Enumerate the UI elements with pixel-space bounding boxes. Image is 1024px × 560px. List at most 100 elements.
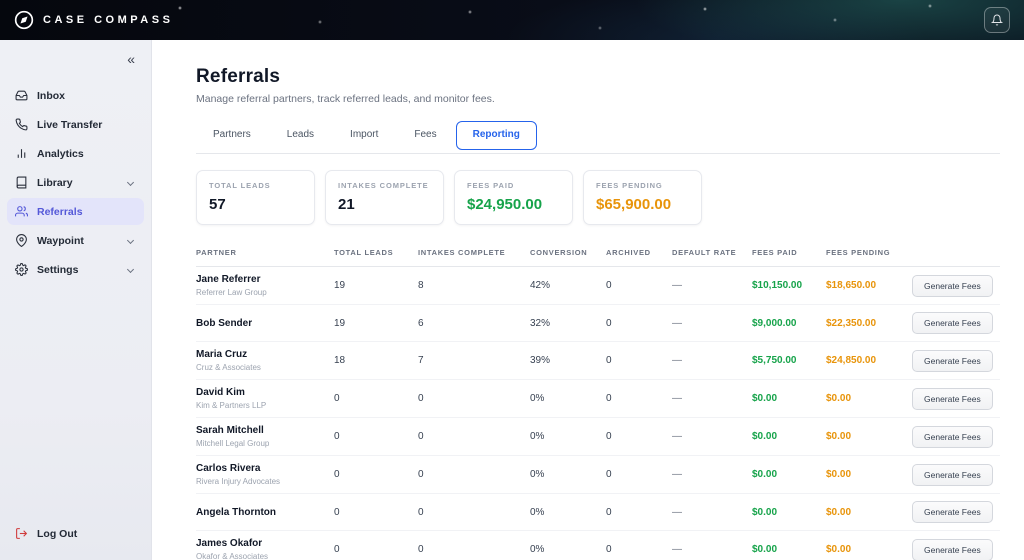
partner-organization: Kim & Partners LLP: [196, 401, 267, 410]
sidebar-item-label: Waypoint: [37, 234, 84, 247]
stat-card-total-leads: TOTAL LEADS 57: [196, 170, 315, 225]
logout-button[interactable]: Log Out: [0, 519, 151, 548]
sidebar: « Inbox Live Transfer Analytics Library …: [0, 40, 152, 560]
table-header-cell: ARCHIVED: [606, 248, 651, 257]
table-header-cell: PARTNER: [196, 248, 237, 257]
sidebar-item-inbox[interactable]: Inbox: [7, 82, 144, 109]
conversion-cell: 0%: [530, 469, 545, 480]
generate-fees-button[interactable]: Generate Fees: [912, 274, 993, 297]
fees-paid-cell: $0.00: [752, 469, 778, 480]
brand: CASE COMPASS: [14, 10, 173, 30]
table-header-cell: INTAKES COMPLETE: [418, 248, 506, 257]
stat-value: $65,900.00: [596, 196, 672, 213]
tab-reporting[interactable]: Reporting: [455, 121, 537, 150]
generate-fees-button[interactable]: Generate Fees: [912, 501, 993, 523]
generate-fees-button[interactable]: Generate Fees: [912, 312, 993, 334]
table-row: Maria Cruz Cruz & Associates 18 7 39% 0 …: [196, 342, 1000, 380]
top-bar: CASE COMPASS: [0, 0, 1024, 40]
generate-fees-button[interactable]: Generate Fees: [912, 349, 993, 372]
fees-paid-cell: $5,750.00: [752, 355, 797, 366]
table-row: Bob Sender 19 6 32% 0 — $9,000.00 $22,35…: [196, 305, 1000, 342]
archived-cell: 0: [606, 280, 612, 291]
generate-fees-button[interactable]: Generate Fees: [912, 425, 993, 448]
table-row: Carlos Rivera Rivera Injury Advocates 0 …: [196, 456, 1000, 494]
intakes-complete-cell: 0: [418, 506, 424, 518]
default-rate-cell: —: [672, 317, 682, 329]
partner-name: Angela Thornton: [196, 506, 276, 518]
partner-name: James Okafor: [196, 538, 263, 549]
sidebar-item-label: Referrals: [37, 205, 83, 218]
default-rate-cell: —: [672, 469, 682, 480]
main-content: Referrals Manage referral partners, trac…: [152, 40, 1024, 560]
sidebar-item-live-transfer[interactable]: Live Transfer: [7, 111, 144, 138]
generate-fees-button[interactable]: Generate Fees: [912, 463, 993, 486]
notifications-button[interactable]: [984, 7, 1010, 33]
chevron-down-icon: [126, 178, 135, 187]
intakes-complete-cell: 0: [418, 431, 424, 442]
fees-paid-cell: $0.00: [752, 506, 778, 518]
fees-pending-cell: $0.00: [826, 544, 852, 555]
table-header-row: PARTNER TOTAL LEADS INTAKES COMPLETE CONVER…: [196, 243, 1000, 267]
stat-value: 21: [338, 196, 355, 213]
generate-fees-button[interactable]: Generate Fees: [912, 387, 993, 410]
bell-icon: [991, 14, 1003, 26]
fees-pending-cell: $0.00: [826, 469, 852, 480]
partner-organization: Referrer Law Group: [196, 288, 267, 297]
library-icon: [15, 176, 28, 189]
default-rate-cell: —: [672, 280, 682, 291]
generate-fees-button[interactable]: Generate Fees: [912, 538, 993, 560]
compass-logo-icon: [14, 10, 34, 30]
default-rate-cell: —: [672, 355, 682, 366]
fees-pending-cell: $0.00: [826, 431, 852, 442]
stat-cards: TOTAL LEADS 57 INTAKES COMPLETE 21 FEES …: [196, 170, 1000, 225]
settings-icon: [15, 263, 28, 276]
sidebar-item-waypoint[interactable]: Waypoint: [7, 227, 144, 254]
partner-name: David Kim: [196, 387, 245, 398]
total-leads-cell: 0: [334, 431, 340, 442]
stat-card-fees-pending: FEES PENDING $65,900.00: [583, 170, 702, 225]
total-leads-cell: 0: [334, 544, 340, 555]
stat-label: TOTAL LEADS: [209, 181, 271, 190]
fees-paid-cell: $10,150.00: [752, 280, 803, 291]
chevron-down-icon: [126, 236, 135, 245]
tab-fees[interactable]: Fees: [397, 121, 453, 150]
archived-cell: 0: [606, 317, 612, 329]
partner-cell: Bob Sender: [196, 318, 334, 329]
sidebar-item-settings[interactable]: Settings: [7, 256, 144, 283]
table-row: James Okafor Okafor & Associates 0 0 0% …: [196, 531, 1000, 560]
partner-name: Jane Referrer: [196, 274, 261, 285]
partner-cell: David Kim Kim & Partners LLP: [196, 387, 334, 410]
archived-cell: 0: [606, 506, 612, 518]
page-subtitle: Manage referral partners, track referred…: [196, 93, 495, 105]
partner-organization: Cruz & Associates: [196, 363, 261, 372]
total-leads-cell: 19: [334, 280, 346, 291]
partner-cell: Jane Referrer Referrer Law Group: [196, 274, 334, 297]
sidebar-item-label: Library: [37, 176, 73, 189]
conversion-cell: 0%: [530, 393, 545, 404]
sidebar-item-referrals[interactable]: Referrals: [7, 198, 144, 225]
sidebar-item-analytics[interactable]: Analytics: [7, 140, 144, 167]
intakes-complete-cell: 0: [418, 544, 424, 555]
conversion-cell: 39%: [530, 355, 551, 366]
archived-cell: 0: [606, 469, 612, 480]
table-header-cell: FEES PAID: [752, 248, 798, 257]
intakes-complete-cell: 0: [418, 393, 424, 404]
partner-name: Sarah Mitchell: [196, 425, 264, 436]
conversion-cell: 0%: [530, 431, 545, 442]
partner-cell: Maria Cruz Cruz & Associates: [196, 349, 334, 372]
total-leads-cell: 0: [334, 469, 340, 480]
table-row: Jane Referrer Referrer Law Group 19 8 42…: [196, 267, 1000, 305]
page-title: Referrals: [196, 66, 281, 87]
fees-pending-cell: $0.00: [826, 506, 852, 518]
sidebar-item-label: Settings: [37, 263, 79, 276]
sidebar-collapse-button[interactable]: «: [123, 48, 139, 70]
waypoint-icon: [15, 234, 28, 247]
tab-bar: Partners Leads Import Fees Reporting: [196, 121, 1000, 154]
tab-import[interactable]: Import: [333, 121, 395, 150]
tab-partners[interactable]: Partners: [196, 121, 268, 150]
default-rate-cell: —: [672, 506, 682, 518]
partner-cell: Carlos Rivera Rivera Injury Advocates: [196, 463, 334, 486]
archived-cell: 0: [606, 355, 612, 366]
sidebar-item-library[interactable]: Library: [7, 169, 144, 196]
tab-leads[interactable]: Leads: [270, 121, 331, 150]
